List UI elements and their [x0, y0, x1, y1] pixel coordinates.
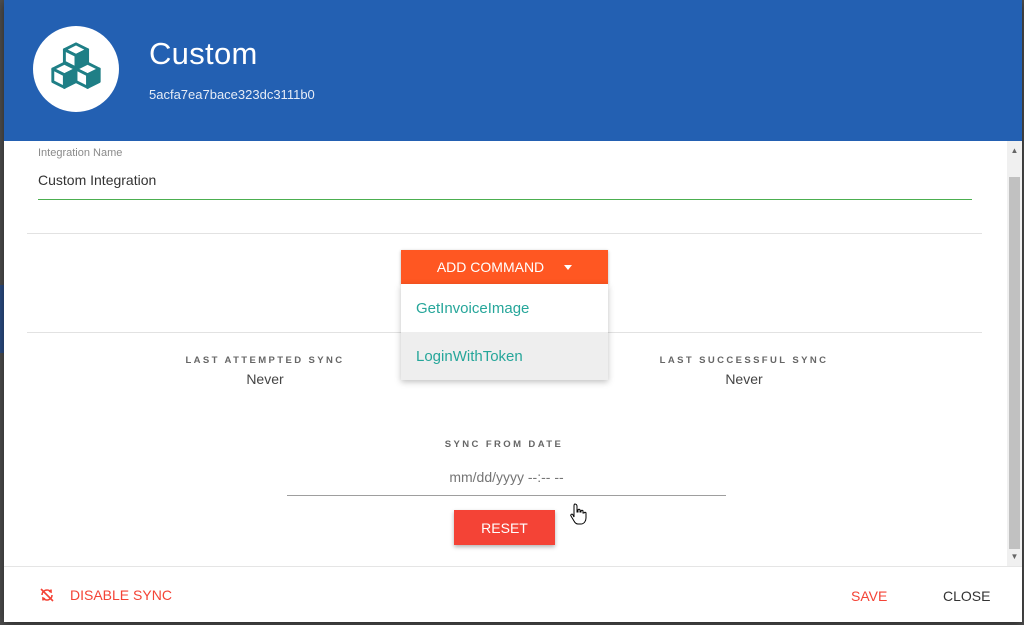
- integration-dialog: Custom 5acfa7ea7bace323dc3111b0 Integrat…: [4, 0, 1022, 622]
- menu-item-loginwithtoken[interactable]: LoginWithToken: [401, 332, 608, 380]
- sync-from-date-label: SYNC FROM DATE: [444, 439, 564, 450]
- integration-logo: [33, 26, 119, 112]
- integration-name-input[interactable]: [38, 167, 972, 200]
- caret-down-icon: [564, 264, 573, 270]
- menu-item-getinvoiceimage[interactable]: GetInvoiceImage: [401, 284, 608, 332]
- dialog-title: Custom: [149, 36, 258, 71]
- divider: [27, 233, 982, 234]
- dialog-body: Integration Name ADD COMMAND LAST ATTEMP…: [4, 141, 1007, 566]
- scroll-up-icon[interactable]: ▲: [1007, 143, 1022, 158]
- sync-from-date-input[interactable]: [287, 459, 726, 496]
- save-button[interactable]: SAVE: [851, 588, 887, 604]
- last-successful-sync-value: Never: [725, 371, 763, 387]
- reset-button[interactable]: RESET: [454, 510, 555, 545]
- sync-disabled-icon: [40, 588, 54, 602]
- last-successful-sync-label: LAST SUCCESSFUL SYNC: [659, 355, 829, 366]
- dialog-footer: DISABLE SYNC SAVE CLOSE: [4, 566, 1022, 622]
- disable-sync-button[interactable]: DISABLE SYNC: [40, 587, 172, 603]
- last-attempted-sync-value: Never: [246, 371, 284, 387]
- scrollbar-thumb[interactable]: [1009, 177, 1020, 549]
- close-button[interactable]: CLOSE: [943, 588, 990, 604]
- add-command-label: ADD COMMAND: [436, 259, 545, 275]
- scroll-down-icon[interactable]: ▼: [1007, 549, 1022, 564]
- integration-id: 5acfa7ea7bace323dc3111b0: [149, 87, 315, 102]
- dialog-header: Custom 5acfa7ea7bace323dc3111b0: [4, 0, 1022, 141]
- cubes-icon: [51, 42, 101, 89]
- disable-sync-label: DISABLE SYNC: [70, 587, 172, 603]
- vertical-scrollbar[interactable]: ▲ ▼: [1007, 141, 1022, 566]
- add-command-menu: GetInvoiceImage LoginWithToken: [401, 284, 608, 380]
- hand-cursor-icon: [570, 503, 587, 525]
- add-command-button[interactable]: ADD COMMAND: [401, 250, 608, 284]
- integration-name-label: Integration Name: [38, 147, 123, 159]
- last-attempted-sync-label: LAST ATTEMPTED SYNC: [185, 355, 345, 366]
